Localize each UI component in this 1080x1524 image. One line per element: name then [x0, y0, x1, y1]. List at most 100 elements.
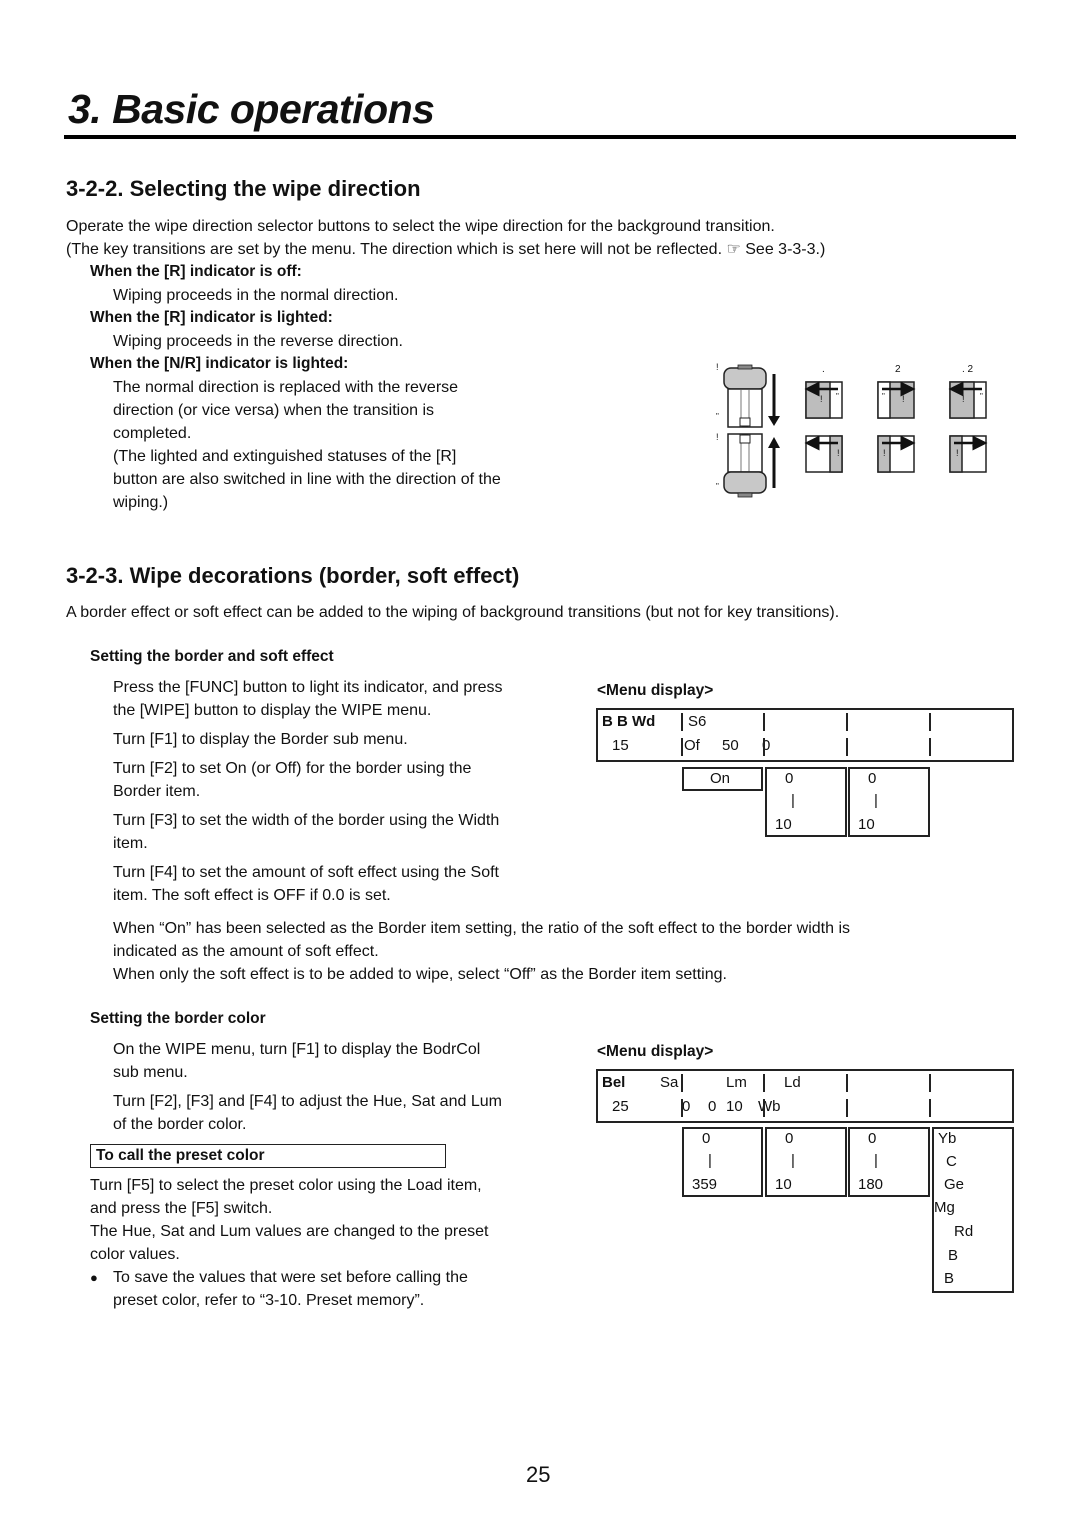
case-text: direction (or vice versa) when the trans…: [113, 402, 435, 419]
box-mark: !: [956, 448, 959, 458]
sat-range-cell: 0 | 10: [765, 1127, 847, 1197]
step-text: On the WIPE menu, turn [F1] to display t…: [113, 1041, 481, 1058]
case-text: Wiping proceeds in the reverse direction…: [113, 333, 403, 350]
menu-divider: [846, 738, 848, 756]
box-mark: !: [820, 394, 823, 404]
preset-color-heading-box: To call the preset color: [90, 1144, 446, 1168]
column-label: . 2: [962, 364, 974, 375]
menu-divider: [846, 1074, 848, 1092]
bullet-text: To save the values that were set before …: [113, 1269, 468, 1286]
range-max: 359: [692, 1176, 718, 1193]
fader-mark: ": [716, 482, 719, 491]
menu-cell-text: Of: [684, 737, 700, 754]
menu-divider: [681, 713, 683, 731]
box-mark: ": [900, 444, 903, 453]
section-title-wipe-decorations: 3-2-3. Wipe decorations (border, soft ef…: [66, 563, 520, 588]
menu-divider: [763, 713, 765, 731]
border-color-menu-display: Bel Sa Lm Ld 25 0 0 10 Wb: [596, 1069, 1014, 1123]
menu-display-title: <Menu display>: [597, 1043, 714, 1060]
range-max: 180: [858, 1176, 884, 1193]
soft-range-cell: 0 | 10: [848, 767, 930, 837]
range-min: 0: [868, 770, 877, 787]
step-text: item.: [113, 835, 148, 852]
menu-divider: [763, 1099, 765, 1117]
step-text: Turn [F4] to set the amount of soft effe…: [113, 864, 499, 881]
step-text: Turn [F2], [F3] and [F4] to adjust the H…: [113, 1093, 502, 1110]
box-mark: !: [902, 394, 905, 404]
note-text: indicated as the amount of soft effect.: [113, 943, 379, 960]
column-label: .: [822, 364, 825, 375]
menu-divider: [846, 713, 848, 731]
case-heading: When the [N/R] indicator is lighted:: [90, 355, 349, 372]
box-mark: !: [837, 448, 840, 458]
range-separator: |: [708, 1152, 712, 1169]
bullet-icon: ●: [90, 1270, 98, 1285]
step-text: the [WIPE] button to display the WIPE me…: [113, 702, 432, 719]
fader-lever-down-icon: [723, 364, 767, 428]
box-mark: ": [980, 392, 983, 401]
menu-cell-text: 15: [612, 737, 629, 754]
range-max: 10: [775, 816, 792, 833]
box-mark: ": [836, 392, 839, 401]
intro-text: Operate the wipe direction selector butt…: [66, 218, 775, 235]
preset-color-option: Ge: [944, 1176, 965, 1193]
menu-cell-text: Wb: [758, 1098, 781, 1115]
range-max: 10: [858, 816, 875, 833]
column-label: 2: [895, 364, 901, 375]
step-text: Press the [FUNC] button to light its ind…: [113, 679, 503, 696]
preset-color-option: Mg: [934, 1199, 955, 1216]
preset-color-option: B: [944, 1270, 955, 1287]
menu-divider: [846, 1099, 848, 1117]
menu-divider: [763, 738, 765, 756]
box-mark: ": [816, 444, 819, 453]
preset-color-option: Rd: [954, 1223, 974, 1240]
page-number: 25: [526, 1462, 551, 1487]
intro-note: (The key transitions are set by the menu…: [66, 241, 826, 258]
box-mark: !: [962, 394, 965, 404]
menu-divider: [681, 1099, 683, 1117]
preset-color-option: Yb: [938, 1130, 957, 1147]
case-heading: When the [R] indicator is lighted:: [90, 309, 333, 326]
lum-range-cell: 0 | 180: [848, 1127, 930, 1197]
step-text: Border item.: [113, 783, 201, 800]
option-value: On: [710, 770, 731, 787]
range-min: 0: [785, 770, 794, 787]
menu-divider: [681, 1074, 683, 1092]
range-separator: |: [791, 1152, 795, 1169]
case-text: button are also switched in line with th…: [113, 471, 501, 488]
note-text: When only the soft effect is to be added…: [113, 966, 727, 983]
chapter-title: 3. Basic operations: [68, 86, 435, 132]
menu-divider: [763, 1074, 765, 1092]
menu-cell-text: Bel: [602, 1074, 626, 1091]
menu-cell-text: 0: [682, 1098, 691, 1115]
step-text: sub menu.: [113, 1064, 188, 1081]
case-heading: When the [R] indicator is off:: [90, 263, 302, 280]
range-max: 10: [775, 1176, 792, 1193]
wipe-direction-diagram: ! " ! " . 2 . 2 ! " " ! ! " " ! ! " ! ": [712, 362, 1012, 502]
case-text: The normal direction is replaced with th…: [113, 379, 459, 396]
menu-cell-text: 10: [726, 1098, 743, 1115]
menu-cell-text: Sa: [660, 1074, 679, 1091]
range-separator: |: [874, 792, 878, 809]
fader-mark: !: [716, 362, 719, 372]
case-text: (The lighted and extinguished statuses o…: [113, 448, 457, 465]
preset-text: color values.: [90, 1246, 180, 1263]
preset-text: and press the [F5] switch.: [90, 1200, 273, 1217]
menu-divider: [929, 713, 931, 731]
range-min: 0: [868, 1130, 877, 1147]
note-text: When “On” has been selected as the Borde…: [113, 920, 850, 937]
preset-color-list-cell: Yb C Ge Mg Rd B B: [932, 1127, 1014, 1293]
preset-text: The Hue, Sat and Lum values are changed …: [90, 1223, 489, 1240]
box-mark: ": [972, 444, 975, 453]
range-separator: |: [874, 1152, 878, 1169]
menu-cell-text: S6: [688, 713, 707, 730]
fader-lever-up-icon: [723, 433, 767, 498]
preset-color-option: B: [948, 1247, 959, 1264]
menu-divider: [929, 1074, 931, 1092]
menu-cell-text: Lm: [726, 1074, 747, 1091]
chapter-divider: [64, 135, 1016, 139]
step-text: Turn [F1] to display the Border sub menu…: [113, 731, 408, 748]
menu-divider: [929, 1099, 931, 1117]
box-mark: !: [883, 448, 886, 458]
menu-divider: [681, 738, 683, 756]
